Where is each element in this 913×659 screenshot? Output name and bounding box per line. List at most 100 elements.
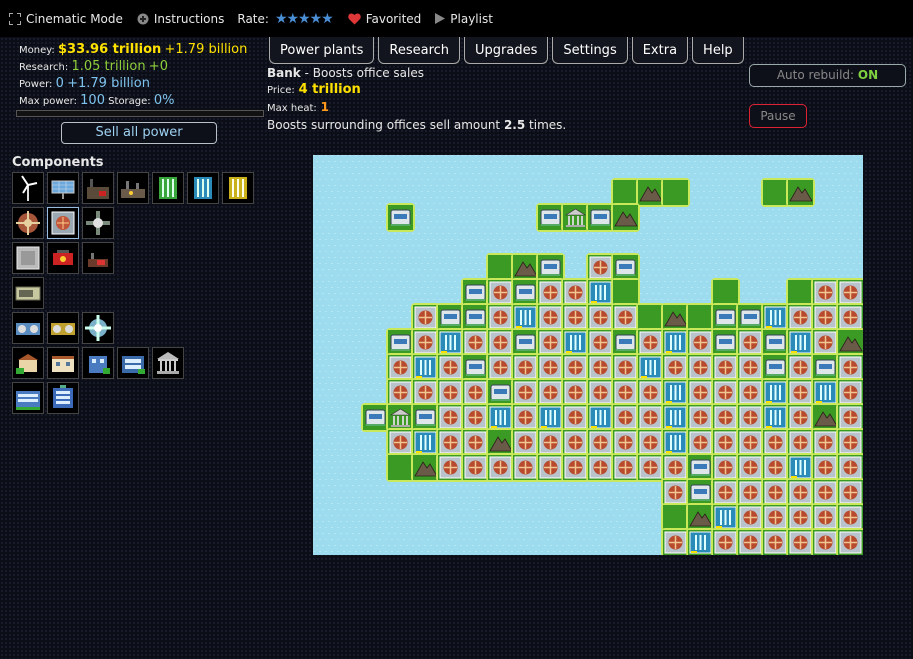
grid-cell-mountain[interactable] [411, 453, 440, 482]
grid-cell-heat-exchanger[interactable] [811, 303, 840, 332]
auto-rebuild-toggle[interactable]: Auto rebuild: ON [749, 64, 906, 87]
grid-cell-heat-exchanger[interactable] [611, 453, 640, 482]
fusion-cell-icon[interactable] [187, 172, 219, 204]
grid-cell-office[interactable] [461, 278, 490, 307]
grid-cell-office[interactable] [611, 328, 640, 357]
grid-cell-heat-exchanger[interactable] [486, 303, 515, 332]
grid-cell-heat-exchanger[interactable] [586, 378, 615, 407]
grid-cell-fusion-cell[interactable] [661, 428, 690, 457]
heat-inlet-icon[interactable] [47, 242, 79, 274]
grid-cell-heat-exchanger[interactable] [561, 453, 590, 482]
tab-research[interactable]: Research [378, 37, 461, 64]
grid-cell-heat-exchanger[interactable] [786, 378, 815, 407]
grid-cell-heat-exchanger[interactable] [536, 278, 565, 307]
grid-cell-grass[interactable] [611, 178, 640, 207]
grid-cell-heat-exchanger[interactable] [386, 378, 415, 407]
grid-cell-office[interactable] [811, 353, 840, 382]
grid-cell-heat-exchanger[interactable] [511, 353, 540, 382]
grid-cell-fusion-cell[interactable] [586, 403, 615, 432]
grid-cell-office[interactable] [536, 253, 565, 282]
grid-cell-heat-exchanger[interactable] [636, 378, 665, 407]
sell-all-power-button[interactable]: Sell all power [61, 122, 217, 144]
grid-cell-heat-exchanger[interactable] [761, 453, 790, 482]
grid-cell-office[interactable] [711, 303, 740, 332]
grid-cell-heat-exchanger[interactable] [511, 428, 540, 457]
grid-cell-fusion-cell[interactable] [711, 503, 740, 532]
grid-cell-heat-exchanger[interactable] [461, 328, 490, 357]
grid-cell-heat-exchanger[interactable] [636, 403, 665, 432]
grid-cell-heat-exchanger[interactable] [811, 328, 840, 357]
city-hall-icon[interactable] [12, 382, 44, 414]
coal-plant-icon[interactable] [82, 172, 114, 204]
nuclear-cell-icon[interactable] [152, 172, 184, 204]
grid-cell-grass[interactable] [661, 178, 690, 207]
grid-cell-mountain[interactable] [836, 328, 863, 357]
grid-cell-mountain[interactable] [786, 178, 815, 207]
grid-cell-fusion-cell[interactable] [586, 278, 615, 307]
tab-help[interactable]: Help [692, 37, 744, 64]
grid-cell-office[interactable] [361, 403, 390, 432]
grid-cell-heat-exchanger[interactable] [836, 528, 863, 555]
grid-cell-heat-exchanger[interactable] [536, 453, 565, 482]
grid-cell-heat-exchanger[interactable] [761, 528, 790, 555]
grid-cell-heat-exchanger[interactable] [736, 378, 765, 407]
grid-cell-fusion-cell[interactable] [761, 403, 790, 432]
headquarters-icon[interactable] [47, 382, 79, 414]
grid-cell-heat-exchanger[interactable] [461, 453, 490, 482]
rating-stars[interactable]: ★★★★★ [275, 11, 334, 27]
grid-cell-heat-exchanger[interactable] [611, 303, 640, 332]
grid-cell-heat-exchanger[interactable] [836, 303, 863, 332]
grid-cell-heat-exchanger[interactable] [611, 353, 640, 382]
grid-cell-heat-exchanger[interactable] [786, 353, 815, 382]
grid-cell-heat-exchanger[interactable] [436, 353, 465, 382]
grid-cell-heat-exchanger[interactable] [611, 403, 640, 432]
grid-cell-mountain[interactable] [611, 203, 640, 232]
small-office-icon[interactable] [12, 347, 44, 379]
grid-cell-bank[interactable] [386, 403, 415, 432]
grid-cell-heat-exchanger[interactable] [661, 353, 690, 382]
grid-cell-fusion-cell[interactable] [661, 403, 690, 432]
grid-cell-heat-exchanger[interactable] [836, 478, 863, 507]
grid-cell-office[interactable] [686, 478, 715, 507]
grid-cell-office[interactable] [511, 328, 540, 357]
grid-cell-heat-exchanger[interactable] [636, 328, 665, 357]
gas-plant-icon[interactable] [117, 172, 149, 204]
grid-cell-heat-exchanger[interactable] [711, 478, 740, 507]
grid-cell-heat-exchanger[interactable] [711, 403, 740, 432]
grid-cell-heat-exchanger[interactable] [586, 253, 615, 282]
grid-cell-grass[interactable] [486, 253, 515, 282]
grid-cell-grass[interactable] [386, 453, 415, 482]
grid-cell-heat-exchanger[interactable] [786, 503, 815, 532]
grid-cell-office[interactable] [586, 203, 615, 232]
grid-cell-heat-exchanger[interactable] [586, 328, 615, 357]
grid-cell-heat-exchanger[interactable] [836, 378, 863, 407]
grid-cell-heat-exchanger[interactable] [561, 303, 590, 332]
grid-cell-heat-exchanger[interactable] [486, 353, 515, 382]
grid-cell-heat-exchanger[interactable] [811, 528, 840, 555]
grid-cell-heat-exchanger[interactable] [736, 528, 765, 555]
tab-extra[interactable]: Extra [631, 37, 689, 64]
grid-cell-heat-exchanger[interactable] [736, 503, 765, 532]
cell-icon[interactable] [222, 172, 254, 204]
grid-cell-mountain[interactable] [686, 503, 715, 532]
grid-cell-heat-exchanger[interactable] [536, 353, 565, 382]
grid-cell-heat-exchanger[interactable] [411, 328, 440, 357]
reactor-grid[interactable] [313, 155, 863, 555]
grid-cell-heat-exchanger[interactable] [786, 478, 815, 507]
grid-cell-grass[interactable] [761, 178, 790, 207]
grid-cell-mountain[interactable] [811, 403, 840, 432]
grid-cell-heat-exchanger[interactable] [561, 403, 590, 432]
grid-cell-heat-exchanger[interactable] [661, 478, 690, 507]
grid-cell-heat-exchanger[interactable] [386, 428, 415, 457]
grid-cell-fusion-cell[interactable] [536, 403, 565, 432]
grid-cell-heat-exchanger[interactable] [611, 428, 640, 457]
grid-cell-heat-exchanger[interactable] [561, 278, 590, 307]
grid-cell-heat-exchanger[interactable] [461, 378, 490, 407]
grid-cell-mountain[interactable] [661, 303, 690, 332]
office-icon[interactable] [47, 347, 79, 379]
grid-cell-heat-exchanger[interactable] [561, 353, 590, 382]
grid-cell-heat-exchanger[interactable] [811, 453, 840, 482]
grid-cell-fusion-cell[interactable] [661, 378, 690, 407]
grid-cell-mountain[interactable] [636, 178, 665, 207]
grid-cell-grass[interactable] [661, 503, 690, 532]
